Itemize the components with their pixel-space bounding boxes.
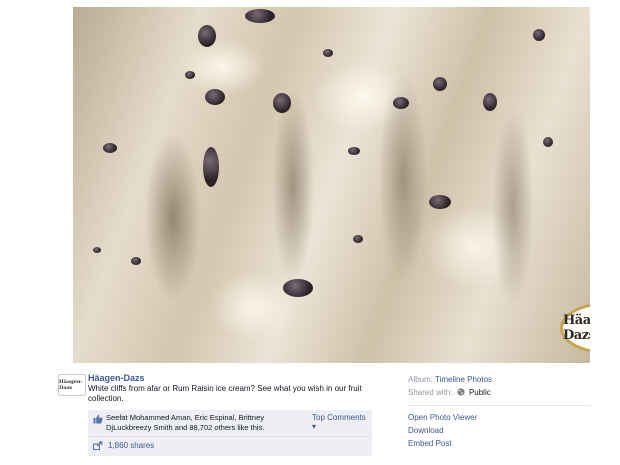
- raisin: [185, 71, 195, 79]
- raisin: [103, 143, 117, 153]
- raisin: [483, 93, 497, 111]
- privacy-info: Shared with: Public: [408, 388, 491, 397]
- photo-logo-text: Häagen-Dazs: [563, 313, 590, 343]
- page-name-link[interactable]: Häagen-Dazs: [88, 373, 145, 383]
- page-avatar[interactable]: Häagen-Dazs: [58, 374, 86, 396]
- embed-post-link[interactable]: Embed Post: [408, 439, 452, 448]
- haagen-dazs-logo: Häagen-Dazs: [560, 302, 590, 354]
- avatar-logo-text: Häagen-Dazs: [59, 379, 83, 391]
- raisin: [131, 257, 141, 265]
- shares-link[interactable]: 1,860 shares: [108, 441, 154, 450]
- raisin: [433, 77, 447, 91]
- album-link[interactable]: Timeline Photos: [435, 375, 492, 384]
- privacy-value[interactable]: Public: [469, 388, 491, 397]
- open-photo-viewer-link[interactable]: Open Photo Viewer: [408, 413, 477, 422]
- raisin: [323, 49, 333, 57]
- download-link[interactable]: Download: [408, 426, 444, 435]
- raisin: [533, 29, 545, 41]
- raisin: [203, 147, 219, 187]
- likes-row: Seefat Mohammed Aman, Eric Espinal, Brit…: [88, 410, 372, 437]
- raisin: [393, 97, 409, 109]
- top-comments-dropdown[interactable]: Top Comments ▾: [312, 413, 372, 431]
- raisin: [198, 25, 216, 47]
- raisin: [245, 9, 275, 23]
- raisin: [273, 93, 291, 113]
- globe-icon[interactable]: [457, 388, 465, 396]
- post-photo[interactable]: Häagen-Dazs: [73, 7, 590, 363]
- raisin: [205, 89, 225, 105]
- post-caption: White cliffs from afar or Rum Raisin ice…: [88, 384, 362, 403]
- share-icon: [93, 441, 103, 450]
- album-info: Album: Timeline Photos: [408, 375, 492, 384]
- sidebar-divider: [408, 405, 591, 406]
- shared-with-label: Shared with:: [408, 388, 453, 397]
- raisin: [429, 195, 451, 209]
- raisin: [283, 279, 313, 297]
- raisin: [93, 247, 101, 253]
- like-box: Seefat Mohammed Aman, Eric Espinal, Brit…: [88, 410, 372, 456]
- likers-text[interactable]: Seefat Mohammed Aman, Eric Espinal, Brit…: [106, 413, 296, 433]
- raisin: [543, 137, 553, 147]
- thumbs-up-icon[interactable]: [93, 414, 103, 424]
- album-label: Album:: [408, 375, 433, 384]
- raisin: [353, 235, 363, 243]
- raisin: [348, 147, 360, 155]
